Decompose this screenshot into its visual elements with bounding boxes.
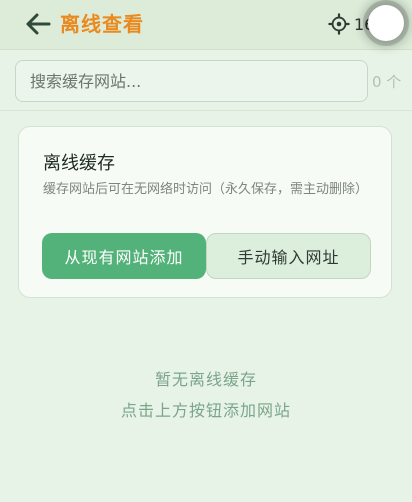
search-box[interactable] (15, 60, 368, 102)
card-description: 缓存网站后可在无网络时访问（永久保存，需主动删除） (43, 182, 369, 197)
header-actions: 16 (322, 5, 412, 41)
app-header: 离线查看 16 (0, 0, 412, 50)
back-button[interactable] (24, 10, 52, 38)
empty-state-hint: 点击上方按钮添加网站 (120, 401, 291, 420)
divider (0, 110, 412, 111)
empty-state-title: 暂无离线缓存 (154, 370, 257, 389)
cache-count: 0 个 (372, 73, 402, 91)
search-input[interactable] (16, 61, 367, 101)
add-from-existing-button[interactable]: 从现有网站添加 (42, 233, 206, 279)
manual-url-button[interactable]: 手动输入网址 (206, 233, 371, 279)
offline-cache-card: 离线缓存 缓存网站后可在无网络时访问（永久保存，需主动删除） 从现有网站添加 手… (18, 126, 392, 298)
arrow-left-icon (26, 13, 51, 35)
floating-touch-indicator[interactable] (368, 5, 404, 41)
gear-icon[interactable] (328, 13, 350, 35)
page-title: 离线查看 (60, 12, 144, 36)
card-title: 离线缓存 (43, 153, 115, 174)
